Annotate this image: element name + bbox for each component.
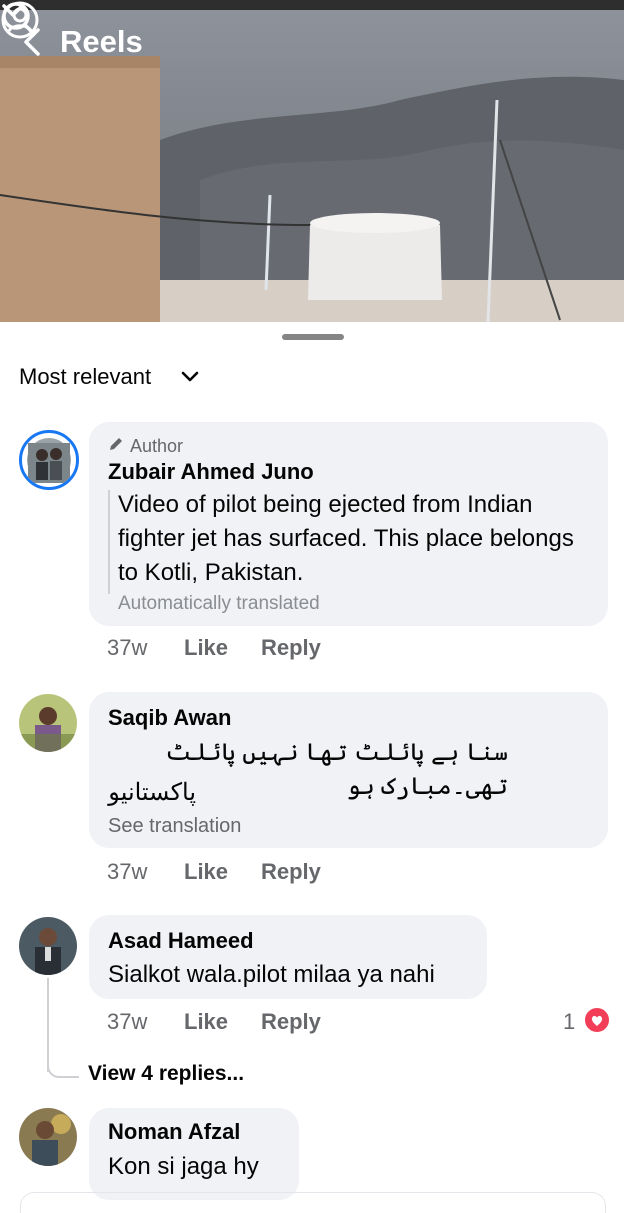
comment-text: Video of pilot being ejected from Indian… <box>118 491 574 586</box>
profile-icon[interactable] <box>0 0 40 40</box>
reply-button[interactable]: Reply <box>261 858 321 886</box>
page-title[interactable]: Reels <box>60 22 143 62</box>
pencil-icon <box>110 438 122 450</box>
sort-dropdown[interactable]: Most relevant <box>19 362 151 392</box>
avatar[interactable] <box>19 430 79 490</box>
thread-line <box>47 978 49 1072</box>
avatar[interactable] <box>19 917 77 975</box>
comment-time: 37w <box>107 1009 148 1034</box>
view-replies-link[interactable]: View 4 replies... <box>88 1060 244 1088</box>
like-button[interactable]: Like <box>184 1008 228 1036</box>
reply-button[interactable]: Reply <box>261 1008 321 1036</box>
comments-sheet: Most relevant Author Zubair Ahmed Juno V… <box>0 322 624 1213</box>
avatar-image <box>19 694 77 752</box>
like-button[interactable]: Like <box>184 858 228 886</box>
avatar-image <box>19 917 77 975</box>
avatar-image <box>19 1108 77 1166</box>
comment-text: Kon si jaga hy <box>108 1153 259 1180</box>
thread-connector <box>47 1064 79 1078</box>
comment-text: Sialkot wala.pilot milaa ya nahi <box>108 961 435 988</box>
reply-button[interactable]: Reply <box>261 634 321 662</box>
commenter-name[interactable]: Zubair Ahmed Juno <box>108 458 314 486</box>
see-translation-link[interactable]: See translation <box>108 814 241 838</box>
reaction-count[interactable]: 1 <box>563 1008 575 1036</box>
comment-text-line2: پاکستانیو <box>108 779 196 806</box>
love-reaction-icon[interactable] <box>583 1006 611 1034</box>
avatar-image <box>27 438 71 483</box>
like-button[interactable]: Like <box>184 634 228 662</box>
commenter-name[interactable]: Noman Afzal <box>108 1118 240 1146</box>
commenter-name[interactable]: Asad Hameed <box>108 927 254 955</box>
avatar[interactable] <box>19 694 77 752</box>
drag-handle[interactable] <box>282 334 344 340</box>
comment-composer[interactable] <box>20 1192 606 1213</box>
quote-bar <box>108 490 110 594</box>
reel-video[interactable]: Reels <box>0 0 624 322</box>
commenter-name[interactable]: Saqib Awan <box>108 704 231 732</box>
chevron-down-icon[interactable] <box>180 370 200 384</box>
author-badge: Author <box>130 436 184 456</box>
avatar[interactable] <box>19 1108 77 1166</box>
comment-time: 37w <box>107 859 148 884</box>
top-bar: Reels <box>0 0 624 84</box>
comment-time: 37w <box>107 635 148 660</box>
translation-note[interactable]: Automatically translated <box>118 592 320 616</box>
